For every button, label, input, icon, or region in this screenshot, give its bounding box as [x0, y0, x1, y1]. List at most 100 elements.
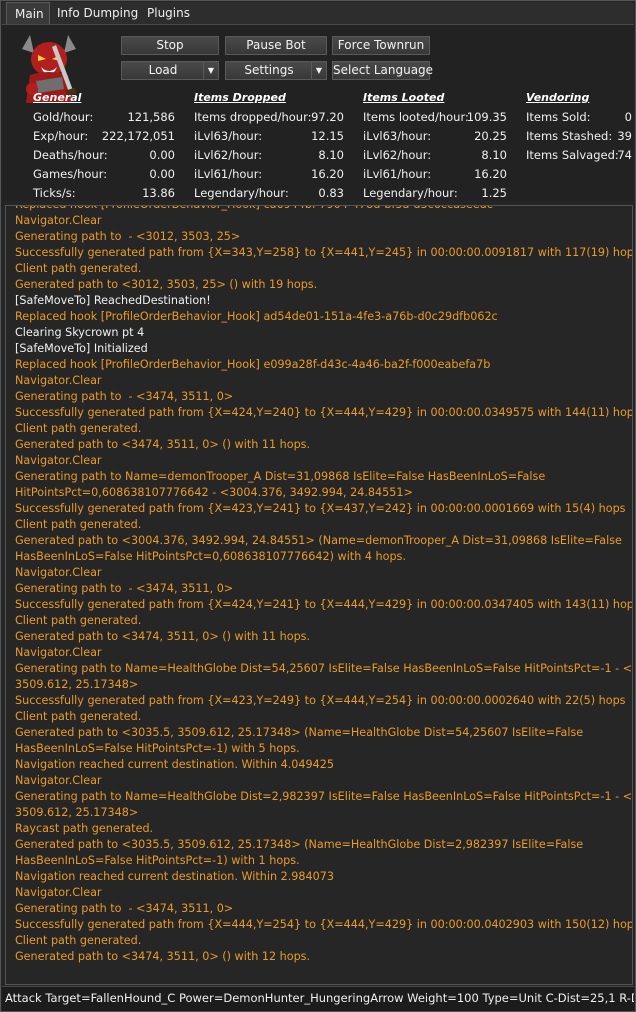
stat-value: 8.10	[318, 148, 344, 162]
log-line: Successfully generated path from {X=444,…	[15, 918, 633, 931]
tab-main[interactable]: Main	[6, 2, 50, 24]
stat-value: 39	[617, 129, 632, 143]
log-line: Navigator.Clear	[15, 454, 102, 467]
log-line: HitPointsPct=0,608638107776642 - <3004.3…	[15, 486, 413, 499]
log-line: Raycast path generated.	[15, 822, 154, 835]
stat-label: Items dropped/hour:	[194, 110, 312, 124]
settings-label: Settings	[244, 63, 294, 77]
log-line: 3509.612, 25.17348>	[15, 678, 139, 691]
log-line: Generating path to - <3474, 3511, 0>	[15, 390, 234, 403]
log-line: Generated path to <3035.5, 3509.612, 25.…	[15, 838, 584, 851]
stat-label: iLvl63/hour:	[194, 129, 263, 143]
stat-value: 121,586	[127, 110, 175, 124]
general-header: General	[33, 91, 82, 104]
pause-bot-button[interactable]: Pause Bot	[225, 36, 327, 55]
log-lines: Replaced hook [ProfileOrderBehavior_Hook…	[15, 206, 633, 965]
stat-value: 0.00	[149, 148, 175, 162]
log-line: HasBeenInLoS=False HitPointsPct=0,608638…	[15, 550, 406, 563]
log-line: HasBeenInLoS=False HitPointsPct=-1) with…	[15, 742, 300, 755]
stat-value: 16.20	[474, 167, 507, 181]
log-line: Generated path to <3035.5, 3509.612, 25.…	[15, 726, 584, 739]
stat-label: iLvl62/hour:	[194, 148, 263, 162]
log-line: Client path generated.	[15, 710, 142, 723]
log-line: Navigator.Clear	[15, 214, 102, 227]
load-label: Load	[148, 63, 178, 77]
log-line: Generated path to <3012, 3503, 25> () wi…	[15, 278, 318, 291]
items-looted-header: Items Looted	[363, 91, 445, 104]
log-line: Navigator.Clear	[15, 566, 102, 579]
vendoring-header: Vendoring	[526, 91, 590, 104]
stat-label: Legendary/hour:	[363, 186, 458, 200]
log-line: Navigator.Clear	[15, 646, 102, 659]
log-line: 3509.612, 25.17348>	[15, 806, 139, 819]
settings-button[interactable]: Settings ▼	[225, 61, 327, 80]
stat-label: Games/hour:	[33, 167, 108, 181]
stat-label: Items Sold:	[526, 110, 591, 124]
main-window: Main Info Dumping Plugins Stop Pause Bot…	[0, 0, 636, 1012]
tab-plugins[interactable]: Plugins	[147, 2, 190, 24]
log-line: Generating path to Name=HealthGlobe Dist…	[15, 790, 633, 803]
stat-label: Exp/hour:	[33, 129, 89, 143]
stat-value: 0	[624, 110, 632, 124]
log-line: Generating path to - <3474, 3511, 0>	[15, 582, 234, 595]
stat-label: iLvl62/hour:	[363, 148, 432, 162]
chevron-down-icon[interactable]: ▼	[311, 62, 326, 79]
log-line: Navigator.Clear	[15, 774, 102, 787]
log-line: Successfully generated path from {X=423,…	[15, 502, 626, 515]
stat-value: 109.35	[466, 110, 507, 124]
log-line: Generating path to Name=demonTrooper_A D…	[15, 470, 546, 483]
stat-value: 13.86	[142, 186, 175, 200]
log-line: Replaced hook [ProfileOrderBehavior_Hook…	[15, 310, 498, 323]
stat-label: Gold/hour:	[33, 110, 94, 124]
log-line: Generated path to <3474, 3511, 0> () wit…	[15, 630, 311, 643]
stat-label: Items Stashed:	[526, 129, 613, 143]
log-line: Client path generated.	[15, 614, 142, 627]
stat-value: 8.10	[481, 148, 507, 162]
stat-label: iLvl63/hour:	[363, 129, 432, 143]
stat-label: Items looted/hour:	[363, 110, 469, 124]
control-panel: Stop Pause Bot Force Townrun Load ▼ Sett…	[2, 25, 634, 201]
log-line: Replaced hook [ProfileOrderBehavior_Hook…	[15, 206, 632, 213]
stat-value: 16.20	[311, 167, 344, 181]
log-line: Generated path to <3474, 3511, 0> () wit…	[15, 950, 311, 963]
log-line: [SafeMoveTo] ReachedDestination!	[15, 294, 211, 307]
stat-value: 20.25	[474, 129, 507, 143]
stop-button[interactable]: Stop	[121, 36, 219, 55]
log-line: Generating path to - <3474, 3511, 0>	[15, 902, 234, 915]
stat-label: Items Salvaged:	[526, 148, 619, 162]
stat-label: Ticks/s:	[33, 186, 76, 200]
stat-value: 74	[617, 148, 632, 162]
log-line: Navigator.Clear	[15, 374, 102, 387]
log-line: Clearing Skycrown pt 4	[15, 326, 145, 339]
select-language-button[interactable]: Select Language	[332, 61, 433, 80]
log-line: Generated path to <3474, 3511, 0> () wit…	[15, 438, 311, 451]
log-line: Generated path to <3004.376, 3492.994, 2…	[15, 534, 622, 547]
stat-label: Legendary/hour:	[194, 186, 289, 200]
log-line: Client path generated.	[15, 518, 142, 531]
log-line: Client path generated.	[15, 422, 142, 435]
log-line: Successfully generated path from {X=424,…	[15, 406, 633, 419]
log-line: Replaced hook [ProfileOrderBehavior_Hook…	[15, 358, 491, 371]
force-townrun-button[interactable]: Force Townrun	[332, 36, 430, 55]
log-line: Navigation reached current destination. …	[15, 758, 335, 771]
tab-strip: Main Info Dumping Plugins	[2, 2, 634, 25]
stat-value: 1.25	[481, 186, 507, 200]
log-output[interactable]: Replaced hook [ProfileOrderBehavior_Hook…	[5, 205, 633, 985]
stat-value: 222,172,051	[101, 129, 175, 143]
stat-label: iLvl61/hour:	[363, 167, 432, 181]
log-line: Client path generated.	[15, 934, 142, 947]
stat-value: 12.15	[311, 129, 344, 143]
log-line: HasBeenInLoS=False HitPointsPct=-1) with…	[15, 854, 300, 867]
stat-value: 97.20	[311, 110, 344, 124]
stat-value: 0.00	[149, 167, 175, 181]
status-bar: Attack Target=FallenHound_C Power=DemonH…	[2, 986, 634, 1011]
chevron-down-icon[interactable]: ▼	[203, 62, 218, 79]
stat-label: iLvl61/hour:	[194, 167, 263, 181]
log-line: Client path generated.	[15, 262, 142, 275]
log-line: Generating path to Name=HealthGlobe Dist…	[15, 662, 633, 675]
stat-label: Deaths/hour:	[33, 148, 108, 162]
stat-value: 0.83	[318, 186, 344, 200]
tab-info-dumping[interactable]: Info Dumping	[57, 2, 138, 24]
log-line: Generating path to - <3012, 3503, 25>	[15, 230, 241, 243]
load-button[interactable]: Load ▼	[121, 61, 219, 80]
